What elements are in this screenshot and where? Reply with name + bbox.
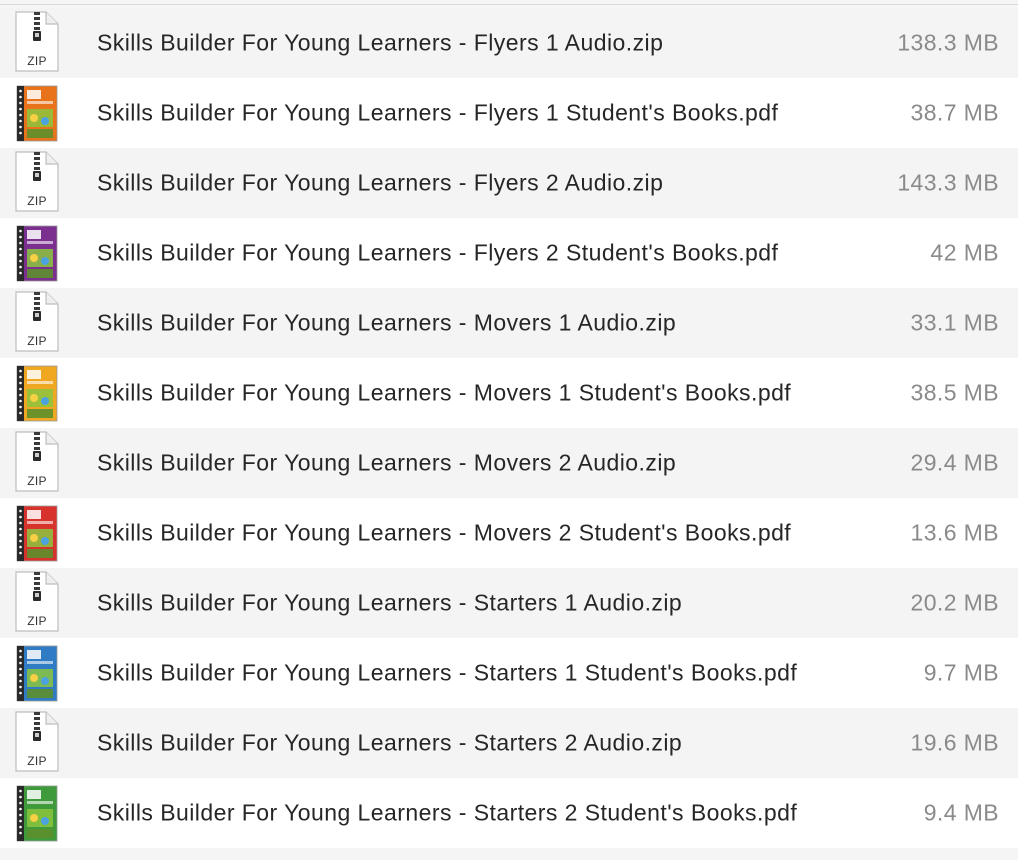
file-list: ZIP Skills Builder For Young Learners - F… <box>0 0 1018 860</box>
zip-file-icon: ZIP <box>12 711 62 775</box>
zip-badge-label: ZIP <box>27 54 47 68</box>
zip-file-icon: ZIP <box>12 571 62 635</box>
file-size: 9.4 MB <box>923 799 999 826</box>
file-row[interactable]: ZIP Skills Builder For Young Learners - F… <box>0 148 1018 218</box>
file-name: Skills Builder For Young Learners - Star… <box>97 589 683 616</box>
zip-file-icon: ZIP <box>12 151 62 215</box>
file-row[interactable]: ZIP Skills Builder For Young Learners - S… <box>0 708 1018 778</box>
file-name: Skills Builder For Young Learners - Move… <box>97 309 677 336</box>
file-row[interactable]: ZIP Skills Builder For Young Learners - M… <box>0 288 1018 358</box>
zip-badge-label: ZIP <box>27 754 47 768</box>
pdf-book-icon <box>12 781 62 845</box>
file-name: Skills Builder For Young Learners - Flye… <box>97 29 664 56</box>
file-name: Skills Builder For Young Learners - Star… <box>97 659 798 686</box>
zip-file-icon: ZIP <box>12 11 62 75</box>
file-name: Skills Builder For Young Learners - Flye… <box>97 169 664 196</box>
pdf-book-icon <box>12 501 62 565</box>
file-size: 9.7 MB <box>923 659 999 686</box>
file-row[interactable]: Skills Builder For Young Learners - Star… <box>0 778 1018 848</box>
file-size: 29.4 MB <box>910 449 999 476</box>
file-row[interactable]: Skills Builder For Young Learners - Flye… <box>0 218 1018 288</box>
pdf-book-icon <box>12 221 62 285</box>
file-size: 38.5 MB <box>910 379 999 406</box>
divider <box>0 4 1018 5</box>
zip-badge-label: ZIP <box>27 614 47 628</box>
file-name: Skills Builder For Young Learners - Star… <box>97 729 683 756</box>
file-name: Skills Builder For Young Learners - Move… <box>97 519 792 546</box>
file-size: 33.1 MB <box>910 309 999 336</box>
file-row[interactable]: ZIP Skills Builder For Young Learners - S… <box>0 568 1018 638</box>
file-name: Skills Builder For Young Learners - Flye… <box>97 99 779 126</box>
pdf-book-icon <box>12 81 62 145</box>
pdf-book-icon <box>12 641 62 705</box>
file-name: Skills Builder For Young Learners - Move… <box>97 449 677 476</box>
file-row[interactable]: ZIP Skills Builder For Young Learners - F… <box>0 8 1018 78</box>
file-name: Skills Builder For Young Learners - Move… <box>97 379 792 406</box>
file-name: Skills Builder For Young Learners - Star… <box>97 799 798 826</box>
file-name: Skills Builder For Young Learners - Flye… <box>97 239 779 266</box>
zip-badge-label: ZIP <box>27 194 47 208</box>
file-size: 13.6 MB <box>910 519 999 546</box>
file-size: 138.3 MB <box>897 29 999 56</box>
file-row[interactable]: Skills Builder For Young Learners - Star… <box>0 638 1018 708</box>
file-row[interactable]: Skills Builder For Young Learners - Move… <box>0 358 1018 428</box>
zip-file-icon: ZIP <box>12 291 62 355</box>
file-size: 20.2 MB <box>910 589 999 616</box>
file-size: 42 MB <box>930 239 999 266</box>
file-size: 19.6 MB <box>910 729 999 756</box>
file-size: 143.3 MB <box>897 169 999 196</box>
file-row[interactable]: Skills Builder For Young Learners - Move… <box>0 498 1018 568</box>
zip-badge-label: ZIP <box>27 334 47 348</box>
zip-badge-label: ZIP <box>27 474 47 488</box>
file-size: 38.7 MB <box>910 99 999 126</box>
zip-file-icon: ZIP <box>12 431 62 495</box>
file-row[interactable]: ZIP Skills Builder For Young Learners - M… <box>0 428 1018 498</box>
pdf-book-icon <box>12 361 62 425</box>
file-row[interactable]: Skills Builder For Young Learners - Flye… <box>0 78 1018 148</box>
file-rows: ZIP Skills Builder For Young Learners - F… <box>0 8 1018 848</box>
